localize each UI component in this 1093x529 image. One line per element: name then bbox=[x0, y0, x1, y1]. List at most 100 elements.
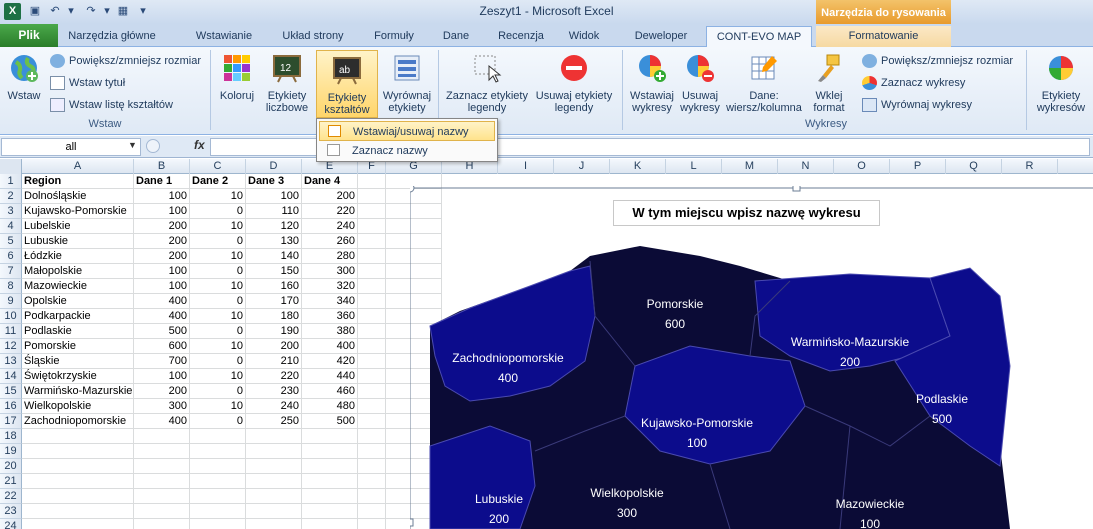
insert-legend-button[interactable]: Wstaw listę kształtów bbox=[50, 96, 173, 114]
cell[interactable] bbox=[358, 189, 386, 204]
chart-labels-button[interactable]: Etykiety wykresów bbox=[1030, 52, 1092, 114]
cell[interactable] bbox=[134, 504, 190, 519]
cell[interactable] bbox=[22, 429, 134, 444]
column-header[interactable]: R bbox=[1002, 159, 1058, 174]
row-header[interactable]: 18 bbox=[0, 429, 22, 444]
row-header[interactable]: 21 bbox=[0, 474, 22, 489]
cell[interactable] bbox=[358, 309, 386, 324]
cell[interactable]: 400 bbox=[134, 294, 190, 309]
cell[interactable] bbox=[302, 504, 358, 519]
tab-data[interactable]: Dane bbox=[436, 26, 476, 47]
colorize-button[interactable]: Koloruj bbox=[216, 52, 258, 102]
cell[interactable]: Świętokrzyskie bbox=[22, 369, 134, 384]
row-header[interactable]: 23 bbox=[0, 504, 22, 519]
cell[interactable] bbox=[358, 264, 386, 279]
column-header[interactable]: J bbox=[554, 159, 610, 174]
paste-format-button[interactable]: Wklej format bbox=[806, 52, 852, 114]
cell[interactable]: 400 bbox=[302, 339, 358, 354]
cell[interactable]: 250 bbox=[246, 414, 302, 429]
cell[interactable]: 220 bbox=[246, 369, 302, 384]
cell[interactable]: 280 bbox=[302, 249, 358, 264]
cell[interactable] bbox=[358, 174, 386, 189]
cell[interactable]: 210 bbox=[246, 354, 302, 369]
row-header[interactable]: 10 bbox=[0, 309, 22, 324]
resize-handle-left[interactable] bbox=[410, 518, 414, 527]
cell[interactable]: 10 bbox=[190, 279, 246, 294]
cell[interactable]: Małopolskie bbox=[22, 264, 134, 279]
name-box-dropdown-icon[interactable]: ▼ bbox=[128, 140, 137, 150]
cell[interactable]: 10 bbox=[190, 309, 246, 324]
cell[interactable] bbox=[358, 234, 386, 249]
row-header[interactable]: 12 bbox=[0, 339, 22, 354]
cell[interactable] bbox=[358, 354, 386, 369]
cell[interactable]: 700 bbox=[134, 354, 190, 369]
resize-charts-button[interactable]: Powiększ/zmniejsz rozmiar bbox=[862, 52, 1013, 70]
cell[interactable]: Lubelskie bbox=[22, 219, 134, 234]
cell[interactable] bbox=[246, 429, 302, 444]
cell[interactable]: Dane 3 bbox=[246, 174, 302, 189]
tab-page-layout[interactable]: Układ strony bbox=[274, 26, 352, 47]
cell[interactable]: 200 bbox=[246, 339, 302, 354]
cell[interactable]: 10 bbox=[190, 369, 246, 384]
cell[interactable]: Łódzkie bbox=[22, 249, 134, 264]
cell[interactable] bbox=[358, 384, 386, 399]
cell[interactable]: 260 bbox=[302, 234, 358, 249]
map-region-label[interactable]: Mazowieckie 100 bbox=[790, 494, 950, 529]
cell[interactable]: Warmińsko-Mazurskie bbox=[22, 384, 134, 399]
cell[interactable]: Lubuskie bbox=[22, 234, 134, 249]
cell[interactable]: Pomorskie bbox=[22, 339, 134, 354]
row-header[interactable]: 16 bbox=[0, 399, 22, 414]
row-header[interactable]: 13 bbox=[0, 354, 22, 369]
delete-charts-button[interactable]: Usuwaj wykresy bbox=[678, 52, 722, 114]
cell[interactable] bbox=[190, 474, 246, 489]
select-charts-button[interactable]: Zaznacz wykresy bbox=[862, 74, 965, 92]
map-region-label[interactable]: Warmińsko-Mazurskie 200 bbox=[770, 332, 930, 372]
cell[interactable]: 500 bbox=[134, 324, 190, 339]
map-region-label[interactable]: Kujawsko-Pomorskie 100 bbox=[617, 413, 777, 453]
number-labels-button[interactable]: 12 Etykiety liczbowe bbox=[260, 52, 314, 114]
map-region-label[interactable]: Wielkopolskie 300 bbox=[547, 483, 707, 523]
resize-handle-top[interactable] bbox=[792, 186, 801, 192]
cell[interactable] bbox=[358, 474, 386, 489]
row-header[interactable]: 2 bbox=[0, 189, 22, 204]
cell[interactable] bbox=[134, 474, 190, 489]
column-header[interactable]: K bbox=[610, 159, 666, 174]
cell[interactable]: Dane 1 bbox=[134, 174, 190, 189]
cell[interactable]: 200 bbox=[134, 219, 190, 234]
align-labels-button[interactable]: Wyrównaj etykiety bbox=[380, 52, 434, 114]
cell[interactable] bbox=[246, 489, 302, 504]
row-header[interactable]: 11 bbox=[0, 324, 22, 339]
resize-handle-corner[interactable] bbox=[410, 186, 415, 193]
cell[interactable]: 10 bbox=[190, 339, 246, 354]
cell[interactable]: 0 bbox=[190, 414, 246, 429]
cell[interactable]: Wielkopolskie bbox=[22, 399, 134, 414]
cell[interactable]: 180 bbox=[246, 309, 302, 324]
column-header[interactable]: P bbox=[890, 159, 946, 174]
menu-item-toggle-names[interactable]: Wstawiaj/usuwaj nazwy bbox=[319, 121, 495, 141]
cell[interactable] bbox=[134, 489, 190, 504]
cell[interactable]: 380 bbox=[302, 324, 358, 339]
column-header[interactable]: O bbox=[834, 159, 890, 174]
cell[interactable]: 340 bbox=[302, 294, 358, 309]
row-header[interactable]: 15 bbox=[0, 384, 22, 399]
cell[interactable] bbox=[358, 489, 386, 504]
cell[interactable]: 200 bbox=[134, 384, 190, 399]
cell[interactable]: 0 bbox=[190, 294, 246, 309]
cell[interactable]: 100 bbox=[134, 189, 190, 204]
cell[interactable]: Podkarpackie bbox=[22, 309, 134, 324]
insert-charts-button[interactable]: Wstawiaj wykresy bbox=[626, 52, 678, 114]
formula-cancel-icon[interactable] bbox=[146, 139, 160, 153]
cell[interactable]: 420 bbox=[302, 354, 358, 369]
cell[interactable]: 400 bbox=[134, 309, 190, 324]
column-header[interactable]: N bbox=[778, 159, 834, 174]
cell[interactable] bbox=[246, 444, 302, 459]
resize-map-button[interactable]: Powiększ/zmniejsz rozmiar bbox=[50, 52, 201, 70]
cell[interactable] bbox=[134, 519, 190, 529]
cell[interactable] bbox=[190, 489, 246, 504]
column-header[interactable]: D bbox=[246, 159, 302, 174]
cell[interactable] bbox=[190, 429, 246, 444]
cell[interactable] bbox=[358, 399, 386, 414]
cell[interactable] bbox=[22, 444, 134, 459]
cell[interactable]: 300 bbox=[302, 264, 358, 279]
cell[interactable]: 100 bbox=[134, 279, 190, 294]
